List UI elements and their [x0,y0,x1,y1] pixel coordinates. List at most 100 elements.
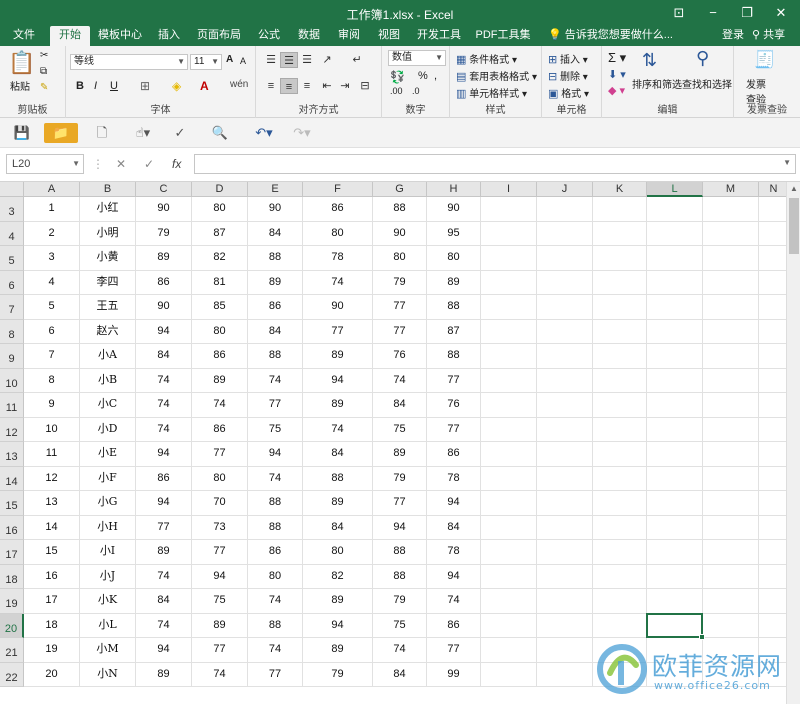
cell-g21[interactable]: 74 [373,638,427,663]
cell-e19[interactable]: 74 [248,589,303,614]
shrink-font-button[interactable]: A [240,56,246,66]
merge-center-icon[interactable]: ⊟ [356,78,374,94]
column-header-b[interactable]: B [80,182,136,197]
cell-c5[interactable]: 89 [136,246,192,271]
row-header-22[interactable]: 22 [0,662,24,687]
column-header-k[interactable]: K [593,182,647,197]
bold-button[interactable]: B [76,80,84,92]
cell-i21[interactable] [481,638,537,663]
cell-h6[interactable]: 89 [427,270,481,295]
cell-c14[interactable]: 86 [136,466,192,491]
row-header-10[interactable]: 10 [0,368,24,393]
cell-n10[interactable] [759,368,789,393]
font-color-icon[interactable]: A [200,79,209,93]
cell-k12[interactable] [593,417,647,442]
format-cells-button[interactable]: ▣ 格式 ▾ [548,85,589,100]
cell-g11[interactable]: 84 [373,393,427,418]
cell-i7[interactable] [481,295,537,320]
format-as-table-button[interactable]: ▤ 套用表格格式 ▾ [456,68,537,83]
cell-m15[interactable] [703,491,759,516]
print-preview-icon[interactable]: 🔍 [210,123,230,143]
cell-a9[interactable]: 7 [24,344,80,369]
cell-n12[interactable] [759,417,789,442]
increase-indent-icon[interactable]: ⇥ [336,78,354,94]
cell-f5[interactable]: 78 [303,246,373,271]
cell-k6[interactable] [593,270,647,295]
cell-m16[interactable] [703,515,759,540]
cell-g22[interactable]: 84 [373,662,427,687]
redo-icon[interactable]: ↷▾ [288,123,316,143]
cell-j3[interactable] [537,197,593,222]
column-header-l[interactable]: L [647,182,703,197]
save-icon[interactable]: 💾 [12,123,32,143]
cell-e12[interactable]: 75 [248,417,303,442]
cell-l6[interactable] [647,270,703,295]
column-header-d[interactable]: D [192,182,248,197]
cell-l9[interactable] [647,344,703,369]
cell-g6[interactable]: 79 [373,270,427,295]
cell-k20[interactable] [593,613,647,638]
cell-f19[interactable]: 89 [303,589,373,614]
cell-b3[interactable]: 小红 [80,197,136,222]
cell-c4[interactable]: 79 [136,221,192,246]
cell-b9[interactable]: 小A [80,344,136,369]
cell-b15[interactable]: 小G [80,491,136,516]
new-document-icon[interactable]: 🗋 [92,123,112,143]
sort-filter-icon[interactable]: ⇅ [642,50,657,71]
scrollbar-thumb[interactable] [789,198,799,254]
underline-button[interactable]: U [110,80,118,92]
find-select-button[interactable]: 查找和选择 [682,76,732,91]
cell-n6[interactable] [759,270,789,295]
cell-k9[interactable] [593,344,647,369]
row-header-13[interactable]: 13 [0,442,24,467]
cell-g9[interactable]: 76 [373,344,427,369]
accounting-format-icon[interactable]: 💱 [390,70,405,84]
cell-j18[interactable] [537,564,593,589]
cell-g10[interactable]: 74 [373,368,427,393]
cell-l13[interactable] [647,442,703,467]
cell-i4[interactable] [481,221,537,246]
cell-g16[interactable]: 94 [373,515,427,540]
cell-j11[interactable] [537,393,593,418]
cell-f4[interactable]: 80 [303,221,373,246]
cell-a3[interactable]: 1 [24,197,80,222]
row-header-19[interactable]: 19 [0,589,24,614]
cell-e21[interactable]: 74 [248,638,303,663]
borders-icon[interactable]: ⊞ [140,79,150,93]
cell-k5[interactable] [593,246,647,271]
row-header-11[interactable]: 11 [0,393,24,418]
cell-f6[interactable]: 74 [303,270,373,295]
cell-a8[interactable]: 6 [24,319,80,344]
align-center-icon[interactable]: ≡ [280,78,298,94]
cell-c12[interactable]: 74 [136,417,192,442]
cell-e14[interactable]: 74 [248,466,303,491]
tab-data[interactable]: 数据 [292,26,326,46]
cell-i5[interactable] [481,246,537,271]
cell-g8[interactable]: 77 [373,319,427,344]
cell-a18[interactable]: 16 [24,564,80,589]
vertical-scrollbar[interactable]: ▲ [786,182,800,704]
row-header-7[interactable]: 7 [0,295,24,320]
cell-a22[interactable]: 20 [24,662,80,687]
cell-a12[interactable]: 10 [24,417,80,442]
cell-b14[interactable]: 小F [80,466,136,491]
cell-j15[interactable] [537,491,593,516]
tab-view[interactable]: 视图 [372,26,406,46]
cell-e15[interactable]: 88 [248,491,303,516]
cell-m7[interactable] [703,295,759,320]
undo-icon[interactable]: ↶▾ [250,123,278,143]
cell-h7[interactable]: 88 [427,295,481,320]
number-format-select[interactable]: 数值 ▼ [388,50,446,66]
cell-d11[interactable]: 74 [192,393,248,418]
cell-f9[interactable]: 89 [303,344,373,369]
conditional-formatting-button[interactable]: ▦ 条件格式 ▾ [456,51,517,66]
cell-n19[interactable] [759,589,789,614]
cell-i8[interactable] [481,319,537,344]
cell-c21[interactable]: 94 [136,638,192,663]
row-header-6[interactable]: 6 [0,270,24,295]
cell-k15[interactable] [593,491,647,516]
cell-h19[interactable]: 74 [427,589,481,614]
cell-n9[interactable] [759,344,789,369]
cell-j5[interactable] [537,246,593,271]
cell-c19[interactable]: 84 [136,589,192,614]
